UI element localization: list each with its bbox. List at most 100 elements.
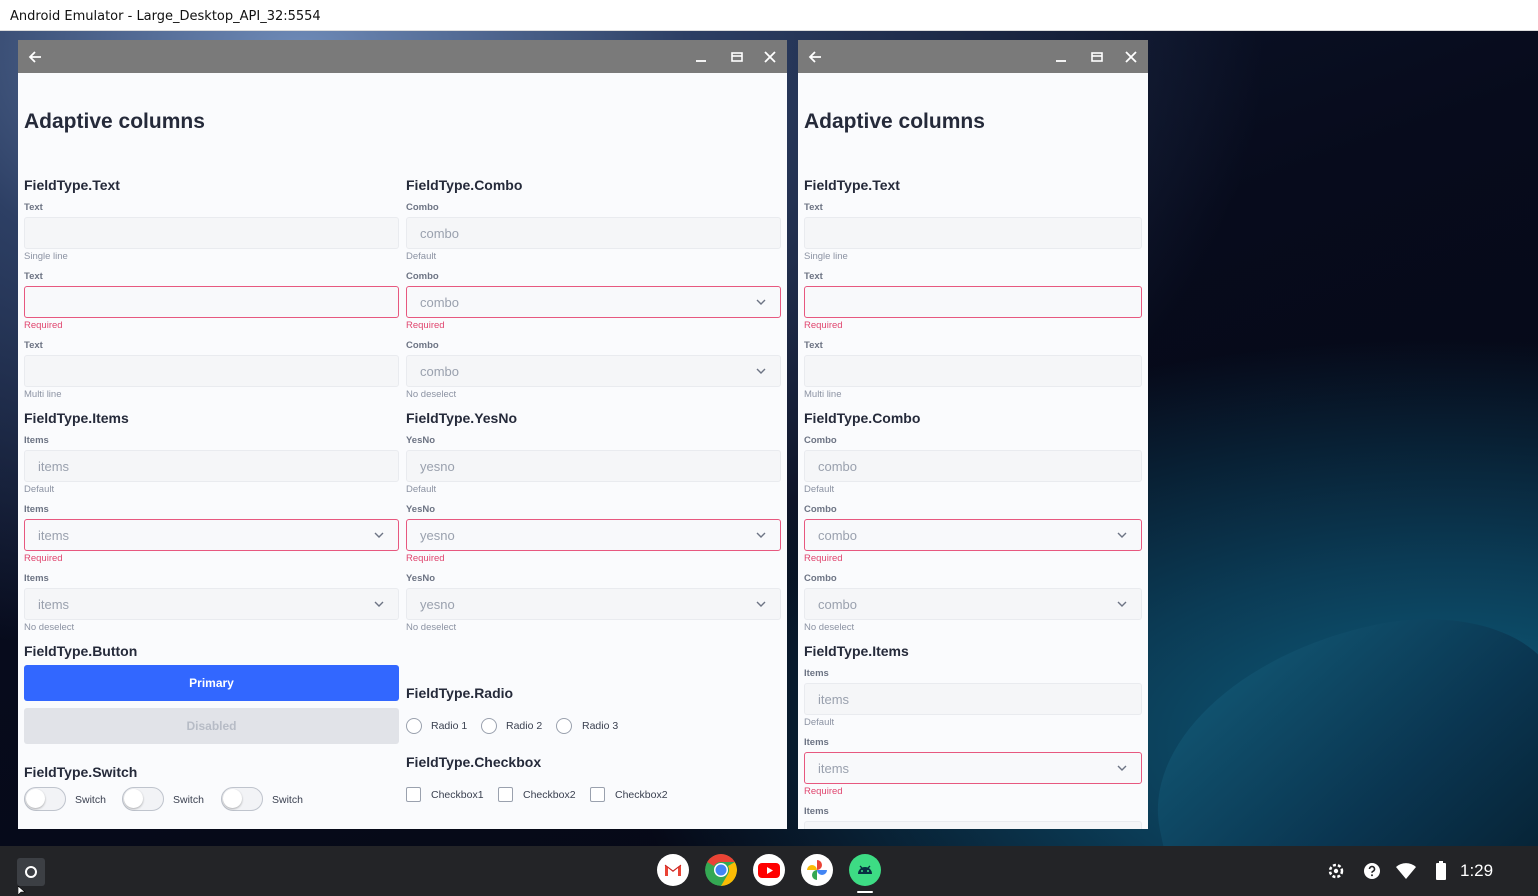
section-yesno-title: FieldType.YesNo xyxy=(406,410,517,426)
yesno-select-default[interactable]: yesno xyxy=(406,450,781,482)
clock[interactable]: 1:29 xyxy=(1460,861,1493,881)
items-select-default[interactable]: items xyxy=(804,683,1142,715)
switch-label: Switch xyxy=(173,794,204,806)
radio-button-3[interactable] xyxy=(556,718,572,734)
switch-toggle-1[interactable] xyxy=(24,787,66,811)
section-radio-title: FieldType.Radio xyxy=(406,685,514,701)
field-value: combo xyxy=(818,597,858,612)
helper-text: No deselect xyxy=(406,622,457,633)
chevron-down-icon xyxy=(756,299,766,305)
text-input-single[interactable] xyxy=(804,217,1142,249)
field-value: combo xyxy=(420,364,460,379)
items-select-default[interactable]: items xyxy=(24,450,399,482)
back-arrow-icon[interactable] xyxy=(806,48,824,66)
mouse-cursor-icon xyxy=(18,886,26,896)
field-value: combo xyxy=(818,459,858,474)
combo-select-nodeselect[interactable]: combo xyxy=(406,355,781,387)
section-button-title: FieldType.Button xyxy=(24,643,138,659)
chevron-down-icon xyxy=(1117,765,1127,771)
field-label: Combo xyxy=(804,435,837,446)
field-label: Items xyxy=(24,435,49,446)
field-value: combo xyxy=(420,295,460,310)
field-label: Text xyxy=(804,202,823,213)
field-label: Text xyxy=(24,340,43,351)
field-label: YesNo xyxy=(406,573,436,584)
field-value: combo xyxy=(420,226,460,241)
items-select-required[interactable]: items xyxy=(24,519,399,551)
combo-select-default[interactable]: combo xyxy=(804,450,1142,482)
text-input-multiline[interactable] xyxy=(24,355,399,387)
field-label: Text xyxy=(24,271,43,282)
field-value: items xyxy=(818,692,850,707)
youtube-icon[interactable] xyxy=(753,854,785,886)
combo-select-nodeselect[interactable]: combo xyxy=(804,588,1142,620)
close-icon[interactable] xyxy=(761,48,779,66)
app-window-large: Adaptive columns FieldType.Text Text Sin… xyxy=(18,40,787,829)
battery-icon[interactable] xyxy=(1436,861,1446,880)
maximize-icon[interactable] xyxy=(1088,48,1106,66)
close-icon[interactable] xyxy=(1122,48,1140,66)
yesno-select-nodeselect[interactable]: yesno xyxy=(406,588,781,620)
items-select-nodeselect[interactable]: items xyxy=(24,588,399,620)
helper-text: No deselect xyxy=(804,622,855,633)
switch-toggle-3[interactable] xyxy=(221,787,263,811)
combo-select-required[interactable]: combo xyxy=(406,286,781,318)
field-label: Combo xyxy=(804,504,837,515)
field-value: yesno xyxy=(420,597,455,612)
field-value: items xyxy=(38,528,70,543)
section-items-title: FieldType.Items xyxy=(24,410,129,426)
gmail-icon[interactable] xyxy=(657,854,689,886)
field-label: Combo xyxy=(406,340,439,351)
minimize-icon[interactable] xyxy=(1052,48,1070,66)
text-input-required[interactable] xyxy=(24,286,399,318)
switch-knob xyxy=(223,789,242,808)
window-content: Adaptive columns FieldType.Text Text Sin… xyxy=(18,73,787,829)
field-label: Items xyxy=(804,737,829,748)
chevron-down-icon xyxy=(374,601,384,607)
text-input-single[interactable] xyxy=(24,217,399,249)
radio-button-1[interactable] xyxy=(406,718,422,734)
field-label: Text xyxy=(24,202,43,213)
combo-select-required[interactable]: combo xyxy=(804,519,1142,551)
switch-toggle-2[interactable] xyxy=(122,787,164,811)
checkbox-1[interactable] xyxy=(406,787,421,802)
section-items-title: FieldType.Items xyxy=(804,643,909,659)
minimize-icon[interactable] xyxy=(692,48,710,66)
photos-icon[interactable] xyxy=(801,854,833,886)
items-select-nodeselect[interactable] xyxy=(804,821,1142,829)
maximize-icon[interactable] xyxy=(728,48,746,66)
checkbox-label: Checkbox1 xyxy=(431,789,484,801)
error-text: Required xyxy=(24,320,63,331)
launcher-button[interactable] xyxy=(17,858,45,886)
switch-knob xyxy=(26,789,45,808)
switch-label: Switch xyxy=(272,794,303,806)
launcher-icon xyxy=(25,866,37,878)
field-label: Combo xyxy=(804,573,837,584)
chevron-down-icon xyxy=(756,368,766,374)
back-arrow-icon[interactable] xyxy=(26,48,44,66)
android-app-icon[interactable] xyxy=(849,854,881,886)
primary-button[interactable]: Primary xyxy=(24,665,399,701)
items-select-required[interactable]: items xyxy=(804,752,1142,784)
yesno-select-required[interactable]: yesno xyxy=(406,519,781,551)
text-input-required[interactable] xyxy=(804,286,1142,318)
radio-label: Radio 2 xyxy=(506,720,543,732)
window-caption-bar xyxy=(18,40,787,73)
checkbox-3[interactable] xyxy=(590,787,605,802)
field-value: items xyxy=(38,459,70,474)
settings-icon[interactable] xyxy=(1327,862,1345,880)
wallpaper-wave xyxy=(1127,590,1538,846)
chevron-down-icon xyxy=(1117,532,1127,538)
helper-text: No deselect xyxy=(24,622,75,633)
radio-button-2[interactable] xyxy=(481,718,497,734)
combo-select-default[interactable]: combo xyxy=(406,217,781,249)
helper-text: Single line xyxy=(24,251,68,262)
text-input-multiline[interactable] xyxy=(804,355,1142,387)
help-icon[interactable] xyxy=(1363,862,1381,880)
field-value: combo xyxy=(818,528,858,543)
error-text: Required xyxy=(804,786,843,797)
chrome-icon[interactable] xyxy=(705,854,737,886)
chevron-down-icon xyxy=(756,601,766,607)
wifi-icon[interactable] xyxy=(1396,863,1416,879)
checkbox-2[interactable] xyxy=(498,787,513,802)
